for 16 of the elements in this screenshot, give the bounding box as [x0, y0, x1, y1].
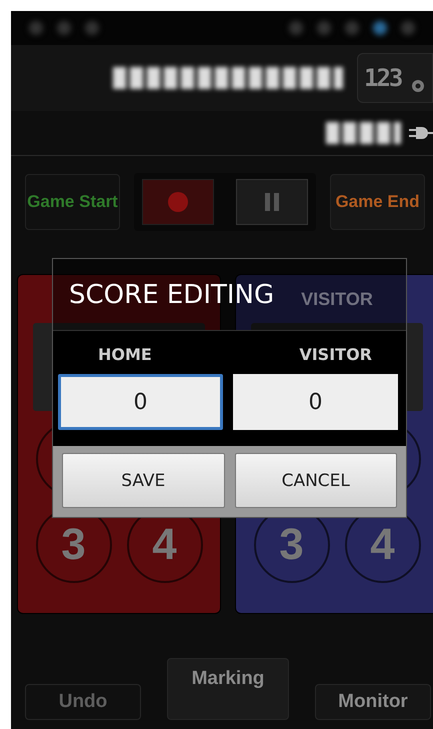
field-label: VISITOR: [298, 345, 373, 366]
action-button[interactable]: Monitor: [315, 684, 431, 720]
plug-icon: [409, 126, 433, 140]
score-field[interactable]: 0: [58, 374, 223, 430]
score-field[interactable]: 0: [233, 374, 398, 430]
counter-settings-button[interactable]: 123: [357, 53, 433, 103]
action-button[interactable]: Marking: [167, 658, 289, 720]
team-name: VISITOR: [301, 289, 373, 311]
dialog-button[interactable]: SAVE: [62, 453, 224, 508]
pause-icon: [265, 193, 279, 211]
game-end-button[interactable]: Game End: [330, 174, 425, 230]
record-icon: [167, 191, 189, 213]
record-button[interactable]: [142, 179, 214, 225]
dialog-button[interactable]: CANCEL: [234, 453, 397, 508]
field-label: HOME: [97, 345, 153, 366]
pause-button[interactable]: [236, 179, 308, 225]
